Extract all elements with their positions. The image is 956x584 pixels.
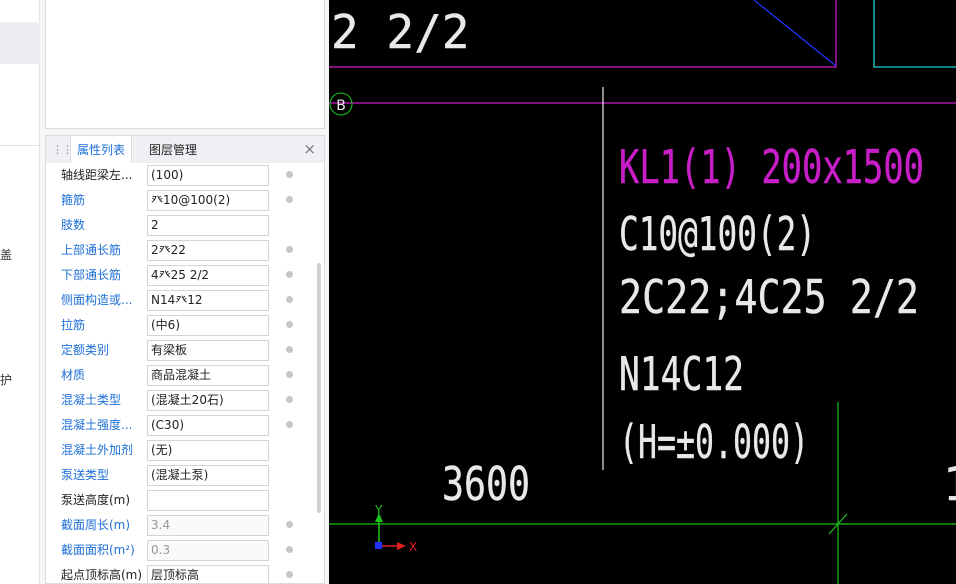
- property-panel: ⋮⋮ 属性列表 图层管理 × 轴线距梁左... (100) 箍筋 ⽨10@100(2)…: [40, 0, 330, 584]
- property-label: 轴线距梁左...: [61, 168, 133, 182]
- sidebar-fragment[interactable]: 护: [0, 371, 12, 388]
- property-label: 泵送高度(m): [61, 493, 131, 507]
- property-row[interactable]: 泵送类型 (混凝土泵): [46, 463, 318, 488]
- cad-drawing[interactable]: 2 2/2 B KL1(1) 200x1500 C10@100(2) 2C22;…: [329, 0, 956, 584]
- property-label: 截面面积(m²): [61, 543, 135, 557]
- property-label: 肢数: [61, 218, 86, 232]
- property-value-field[interactable]: 2⽨22: [147, 240, 269, 261]
- property-value-field[interactable]: 层顶标高: [147, 565, 269, 583]
- property-row[interactable]: 截面面积(m²) 0.3: [46, 538, 318, 563]
- property-value-field[interactable]: (无): [147, 440, 269, 461]
- property-value-field[interactable]: 商品混凝土: [147, 365, 269, 386]
- property-value-field[interactable]: [147, 490, 269, 511]
- scrollbar-thumb[interactable]: [317, 263, 321, 513]
- property-label: 截面周长(m): [61, 518, 131, 532]
- property-value-field[interactable]: (中6): [147, 315, 269, 336]
- property-attach-dot-icon[interactable]: [286, 296, 293, 303]
- property-value-field[interactable]: (C30): [147, 415, 269, 436]
- property-row[interactable]: 轴线距梁左... (100): [46, 163, 318, 188]
- property-value-field[interactable]: (100): [147, 165, 269, 186]
- property-row[interactable]: 材质 商品混凝土: [46, 363, 318, 388]
- property-attach-dot-icon[interactable]: [286, 546, 293, 553]
- property-attach-dot-icon[interactable]: [286, 246, 293, 253]
- property-attach-dot-icon[interactable]: [286, 521, 293, 528]
- drag-grip-icon[interactable]: ⋮⋮: [52, 142, 73, 158]
- property-label: 箍筋: [61, 193, 86, 207]
- property-value-field[interactable]: 有梁板: [147, 340, 269, 361]
- property-attach-dot-icon[interactable]: [286, 196, 293, 203]
- property-row[interactable]: 混凝土类型 (混凝土20石): [46, 388, 318, 413]
- property-label: 上部通长筋: [61, 243, 122, 257]
- property-value-field[interactable]: N14⽨12: [147, 290, 269, 311]
- cad-diagonal-line: [753, 0, 837, 67]
- property-row[interactable]: 泵送高度(m): [46, 488, 318, 513]
- stirrup-text[interactable]: C10@100(2): [619, 207, 816, 261]
- property-attach-dot-icon[interactable]: [286, 346, 293, 353]
- sidebar-fragment[interactable]: 盖: [0, 246, 12, 263]
- property-value-field[interactable]: 4⽨25 2/2: [147, 265, 269, 286]
- property-label: 混凝土类型: [61, 393, 122, 407]
- tab-property-list[interactable]: 属性列表: [70, 136, 133, 164]
- property-attach-dot-icon[interactable]: [286, 371, 293, 378]
- property-label: 拉筋: [61, 318, 86, 332]
- property-value-field: 0.3: [147, 540, 269, 561]
- elevation-text[interactable]: (H=±0.000): [619, 415, 809, 469]
- property-label: 混凝土强度...: [61, 418, 133, 432]
- property-row[interactable]: 下部通长筋 4⽨25 2/2: [46, 263, 318, 288]
- property-row[interactable]: 侧面构造或... N14⽨12: [46, 288, 318, 313]
- cad-canvas[interactable]: 2 2/2 B KL1(1) 200x1500 C10@100(2) 2C22;…: [329, 0, 956, 584]
- cad-top-fragment-text: 2 2/2: [331, 5, 469, 59]
- property-row[interactable]: 箍筋 ⽨10@100(2): [46, 188, 318, 213]
- property-label: 泵送类型: [61, 468, 110, 482]
- longitudinal-bars-text[interactable]: 2C22;4C25 2/2: [619, 270, 919, 324]
- tab-layer-management[interactable]: 图层管理: [143, 136, 203, 164]
- property-label: 下部通长筋: [61, 268, 122, 282]
- property-row[interactable]: 起点顶标高(m) 层顶标高: [46, 563, 318, 583]
- property-row[interactable]: 混凝土外加剂 (无): [46, 438, 318, 463]
- ucs-x-label: X: [409, 540, 417, 554]
- ucs-x-arrow: [397, 542, 406, 550]
- property-attach-dot-icon[interactable]: [286, 321, 293, 328]
- property-attach-dot-icon[interactable]: [286, 421, 293, 428]
- property-value-field: 3.4: [147, 515, 269, 536]
- property-label: 材质: [61, 368, 86, 382]
- property-attach-dot-icon[interactable]: [286, 571, 293, 578]
- property-label: 混凝土外加剂: [61, 443, 134, 457]
- property-value-field[interactable]: (混凝土20石): [147, 390, 269, 411]
- side-bars-text[interactable]: N14C12: [619, 347, 744, 401]
- sidebar-divider: [0, 145, 40, 146]
- beam-title-text[interactable]: KL1(1) 200x1500: [619, 140, 924, 194]
- property-value-field[interactable]: 2: [147, 215, 269, 236]
- property-row[interactable]: 上部通长筋 2⽨22: [46, 238, 318, 263]
- property-attach-dot-icon[interactable]: [286, 396, 293, 403]
- axis-label: B: [336, 98, 346, 114]
- ucs-origin: [375, 542, 382, 549]
- cad-cyan-outline: [873, 0, 956, 68]
- property-label: 定额类别: [61, 343, 110, 357]
- property-attach-dot-icon[interactable]: [286, 271, 293, 278]
- ucs-y-label: Y: [374, 503, 383, 517]
- property-list: 轴线距梁左... (100) 箍筋 ⽨10@100(2) 肢数 2 上部通长筋 2⽨22 下部通…: [45, 163, 325, 584]
- property-label: 侧面构造或...: [61, 293, 133, 307]
- component-preview: [45, 0, 325, 129]
- property-row[interactable]: 混凝土强度... (C30): [46, 413, 318, 438]
- panel-tab-bar: ⋮⋮ 属性列表 图层管理 ×: [45, 135, 325, 164]
- property-row[interactable]: 截面周长(m) 3.4: [46, 513, 318, 538]
- dimension-text-fragment[interactable]: 1: [943, 457, 956, 511]
- dimension-text[interactable]: 3600: [442, 457, 530, 511]
- sidebar-selected-item[interactable]: [0, 22, 40, 64]
- close-icon[interactable]: ×: [303, 141, 316, 157]
- property-row[interactable]: 拉筋 (中6): [46, 313, 318, 338]
- property-row[interactable]: 定额类别 有梁板: [46, 338, 318, 363]
- left-sidebar: 盖 护: [0, 0, 40, 584]
- property-value-field[interactable]: ⽨10@100(2): [147, 190, 269, 211]
- property-value-field[interactable]: (混凝土泵): [147, 465, 269, 486]
- property-label: 起点顶标高(m): [61, 568, 143, 582]
- property-attach-dot-icon[interactable]: [286, 171, 293, 178]
- property-row[interactable]: 肢数 2: [46, 213, 318, 238]
